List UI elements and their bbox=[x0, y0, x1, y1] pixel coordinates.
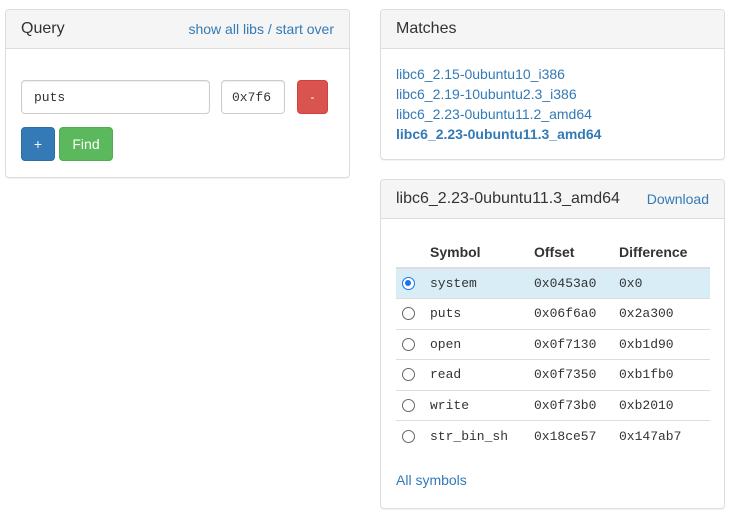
query-title: Query bbox=[21, 20, 65, 37]
offset-column-header: Offset bbox=[534, 237, 619, 269]
table-row[interactable]: read 0x0f7350 0xb1fb0 bbox=[396, 359, 710, 390]
radio-unchecked-icon[interactable] bbox=[402, 429, 415, 443]
offset-cell: 0x06f6a0 bbox=[534, 298, 619, 329]
remove-row-button[interactable]: - bbox=[297, 80, 328, 114]
radio-header bbox=[396, 237, 430, 269]
difference-cell: 0x147ab7 bbox=[619, 420, 710, 451]
table-row[interactable]: str_bin_sh 0x18ce57 0x147ab7 bbox=[396, 420, 710, 451]
table-row[interactable]: system 0x0453a0 0x0 bbox=[396, 267, 710, 299]
radio-cell bbox=[396, 298, 430, 329]
difference-cell: 0x0 bbox=[619, 267, 710, 299]
match-item[interactable]: libc6_2.15-0ubuntu10_i386 bbox=[396, 64, 601, 84]
offset-cell: 0x0f7350 bbox=[534, 359, 619, 390]
symbol-cell: read bbox=[430, 359, 534, 390]
match-item[interactable]: libc6_2.19-10ubuntu2.3_i386 bbox=[396, 84, 601, 104]
radio-cell bbox=[396, 328, 430, 360]
symbol-cell: str_bin_sh bbox=[430, 420, 534, 451]
match-item[interactable]: libc6_2.23-0ubuntu11.2_amd64 bbox=[396, 104, 601, 124]
table-row[interactable]: write 0x0f73b0 0xb2010 bbox=[396, 389, 710, 421]
link-separator: / bbox=[267, 21, 272, 37]
radio-cell bbox=[396, 389, 430, 421]
symbol-cell: puts bbox=[430, 298, 534, 329]
radio-unchecked-icon[interactable] bbox=[402, 307, 415, 321]
difference-cell: 0xb2010 bbox=[619, 389, 710, 421]
match-list: libc6_2.15-0ubuntu10_i386 libc6_2.19-10u… bbox=[396, 64, 601, 144]
matches-panel-header: Matches bbox=[381, 10, 724, 49]
table-header-row: Symbol Offset Difference bbox=[396, 237, 710, 269]
symbol-table: Symbol Offset Difference system 0x0453a0… bbox=[396, 237, 710, 451]
symbol-column-header: Symbol bbox=[430, 237, 534, 269]
details-panel-header: libc6_2.23-0ubuntu11.3_amd64 Download bbox=[381, 180, 724, 219]
radio-checked-icon[interactable] bbox=[402, 277, 415, 291]
matches-panel: Matches libc6_2.15-0ubuntu10_i386 libc6_… bbox=[380, 9, 725, 160]
query-panel-header: Query show all libs / start over bbox=[6, 10, 349, 49]
difference-cell: 0x2a300 bbox=[619, 298, 710, 329]
library-details-panel: libc6_2.23-0ubuntu11.3_amd64 Download Sy… bbox=[380, 179, 725, 509]
symbol-name-input[interactable] bbox=[21, 80, 210, 114]
difference-column-header: Difference bbox=[619, 237, 710, 269]
radio-cell bbox=[396, 420, 430, 451]
table-row[interactable]: open 0x0f7130 0xb1d90 bbox=[396, 328, 710, 360]
all-symbols-link[interactable]: All symbols bbox=[396, 472, 467, 488]
symbol-cell: open bbox=[430, 328, 534, 360]
show-all-libs-link[interactable]: show all libs bbox=[188, 21, 263, 37]
table-row[interactable]: puts 0x06f6a0 0x2a300 bbox=[396, 298, 710, 329]
offset-cell: 0x0453a0 bbox=[534, 267, 619, 299]
difference-cell: 0xb1d90 bbox=[619, 328, 710, 360]
query-panel: Query show all libs / start over - + Fin… bbox=[5, 9, 350, 178]
symbol-address-input[interactable] bbox=[221, 80, 285, 114]
offset-cell: 0x0f73b0 bbox=[534, 389, 619, 421]
radio-unchecked-icon[interactable] bbox=[402, 368, 415, 382]
find-button[interactable]: Find bbox=[59, 127, 113, 161]
start-over-link[interactable]: start over bbox=[276, 21, 334, 37]
offset-cell: 0x18ce57 bbox=[534, 420, 619, 451]
radio-unchecked-icon[interactable] bbox=[402, 337, 415, 351]
add-row-button[interactable]: + bbox=[21, 127, 55, 161]
radio-cell bbox=[396, 359, 430, 390]
match-item-selected[interactable]: libc6_2.23-0ubuntu11.3_amd64 bbox=[396, 124, 601, 144]
library-title: libc6_2.23-0ubuntu11.3_amd64 bbox=[396, 190, 620, 207]
download-link[interactable]: Download bbox=[647, 191, 709, 207]
radio-cell bbox=[396, 267, 430, 299]
radio-unchecked-icon[interactable] bbox=[402, 398, 415, 412]
query-header-links: show all libs / start over bbox=[188, 21, 334, 37]
matches-title: Matches bbox=[396, 20, 457, 37]
difference-cell: 0xb1fb0 bbox=[619, 359, 710, 390]
offset-cell: 0x0f7130 bbox=[534, 328, 619, 360]
symbol-cell: write bbox=[430, 389, 534, 421]
symbol-cell: system bbox=[430, 267, 534, 299]
